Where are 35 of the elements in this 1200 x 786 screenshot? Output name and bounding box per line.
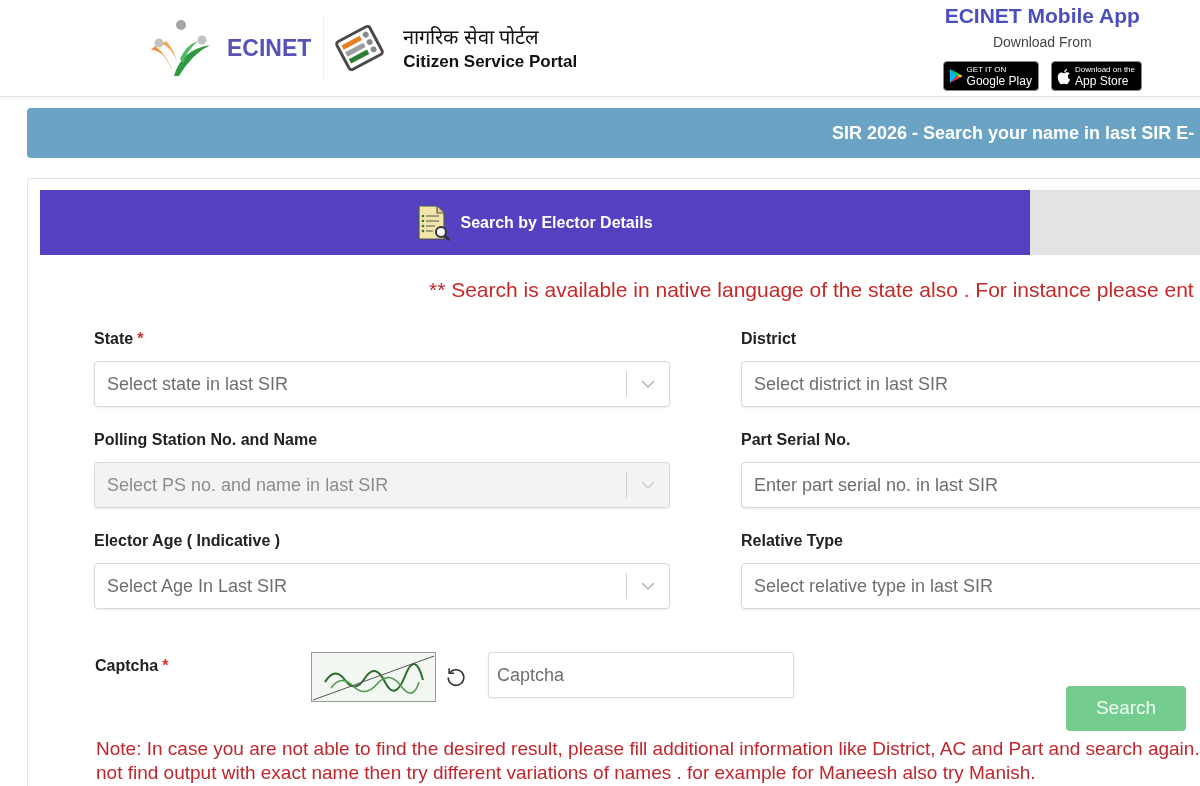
field-label: Part Serial No.	[741, 430, 851, 450]
chevron-down-icon	[641, 380, 655, 388]
banner-text: SIR 2026 - Search your name in last SIR E-	[832, 121, 1195, 145]
people-logo-icon	[150, 19, 212, 77]
select-field[interactable]: Select Age In Last SIR	[94, 563, 670, 609]
text-field[interactable]: Enter part serial no. in last SIR	[741, 462, 1200, 508]
required-mark: *	[137, 329, 144, 349]
app-store-badge[interactable]: Download on the App Store	[1050, 61, 1142, 91]
portal-title: Citizen Service Portal	[403, 51, 578, 73]
text-field[interactable]: Select relative type in last SIR	[741, 563, 1200, 609]
text-field[interactable]: Select district in last SIR	[741, 361, 1200, 407]
note-text: not find output with exact name then try different variations of names . for example for Maneesh also try Manish.	[96, 763, 1037, 782]
chevron-down-icon	[641, 481, 655, 489]
field-label: Relative Type	[741, 531, 843, 551]
required-mark: *	[162, 656, 169, 676]
captcha-input[interactable]: Captcha	[488, 652, 794, 698]
portal-title-hindi: नागरिक सेवा पोर्टल	[403, 25, 541, 50]
select-field[interactable]: Select state in last SIR	[94, 361, 670, 407]
document-search-icon	[417, 204, 452, 241]
field-label: Captcha	[95, 656, 159, 676]
chevron-down-icon	[641, 582, 655, 590]
google-play-badge[interactable]: GET IT ON Google Play	[942, 61, 1039, 91]
play-triangle-icon	[948, 68, 963, 84]
notice-text: ** Search is available in native language of the state also . For instance please ent	[428, 280, 1195, 300]
field-label: District	[741, 329, 797, 349]
refresh-icon[interactable]	[445, 666, 467, 688]
logo-text: ECINET	[227, 34, 312, 62]
field-label: Elector Age ( Indicative )	[94, 531, 281, 551]
field-label: Polling Station No. and Name	[94, 430, 318, 450]
apple-icon	[1056, 67, 1071, 85]
tab[interactable]: Search by Elector Details	[40, 190, 1030, 255]
field-label: State	[94, 329, 134, 349]
note-text: Note: In case you are not able to find the desired result, please fill additional information like District, AC and Part and search again.	[96, 739, 1200, 758]
app-promo-title: ECINET Mobile App	[944, 3, 1140, 29]
download-from-text: Download From	[992, 33, 1092, 52]
